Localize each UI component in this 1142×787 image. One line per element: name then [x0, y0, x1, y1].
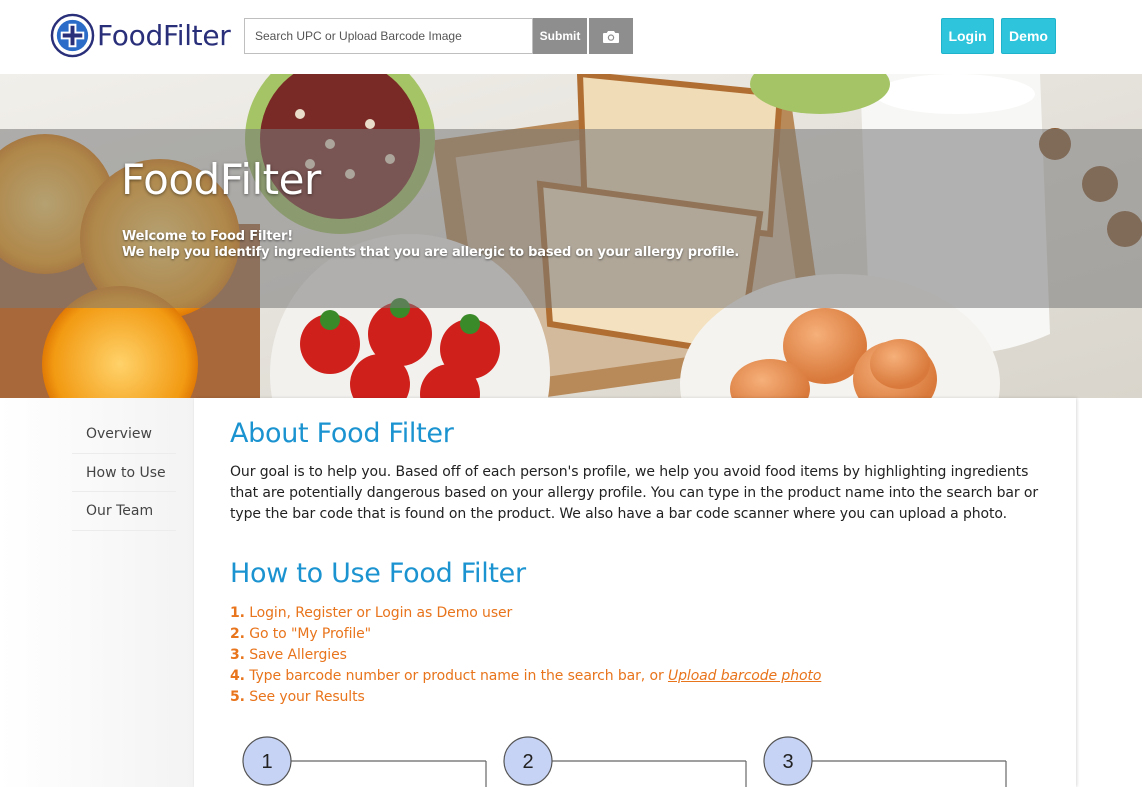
upload-photo-button[interactable] — [589, 18, 633, 54]
step-number: 3 — [782, 751, 793, 773]
how-to-use-heading: How to Use Food Filter — [230, 558, 526, 589]
list-item: 4. Type barcode number or product name i… — [230, 668, 822, 684]
logo[interactable]: FoodFilter — [50, 13, 231, 58]
list-item: 5. See your Results — [230, 689, 365, 705]
diagram-step-2: 2 — [503, 736, 747, 787]
demo-button[interactable]: Demo — [1001, 18, 1056, 54]
sidebar-item-our-team[interactable]: Our Team — [72, 492, 176, 531]
steps-diagram: 1 2 3 — [242, 736, 1007, 787]
hero-tagline-text: We help you identify ingredients that yo… — [122, 245, 740, 260]
hero-welcome-text: Welcome to Food Filter! — [122, 229, 293, 244]
sidebar-item-how-to-use[interactable]: How to Use — [72, 454, 176, 492]
medical-cross-logo-icon — [50, 13, 95, 58]
camera-icon — [603, 30, 619, 43]
about-heading: About Food Filter — [230, 418, 454, 449]
upload-barcode-photo-link[interactable]: Upload barcode photo — [668, 668, 821, 684]
submit-button[interactable]: Submit — [533, 18, 587, 54]
sidebar-nav: Overview How to Use Our Team — [72, 415, 176, 531]
step-number: 2 — [522, 751, 533, 773]
about-paragraph: Our goal is to help you. Based off of ea… — [230, 464, 1039, 522]
steps-list: 1. Login, Register or Login as Demo user… — [230, 603, 821, 708]
list-item: 3. Save Allergies — [230, 647, 347, 663]
login-button[interactable]: Login — [941, 18, 994, 54]
search-input[interactable] — [244, 18, 533, 54]
list-item: 1. Login, Register or Login as Demo user — [230, 605, 513, 621]
diagram-step-3: 3 — [763, 736, 1007, 787]
hero-title: FoodFilter — [121, 155, 321, 204]
header: FoodFilter Submit Login Demo — [0, 0, 1142, 74]
step-number: 1 — [261, 751, 272, 773]
main-content-panel — [194, 398, 1076, 787]
diagram-step-1: 1 — [242, 736, 487, 787]
sidebar-item-overview[interactable]: Overview — [72, 415, 176, 454]
list-item: 2. Go to "My Profile" — [230, 626, 372, 642]
logo-text: FoodFilter — [97, 19, 231, 52]
